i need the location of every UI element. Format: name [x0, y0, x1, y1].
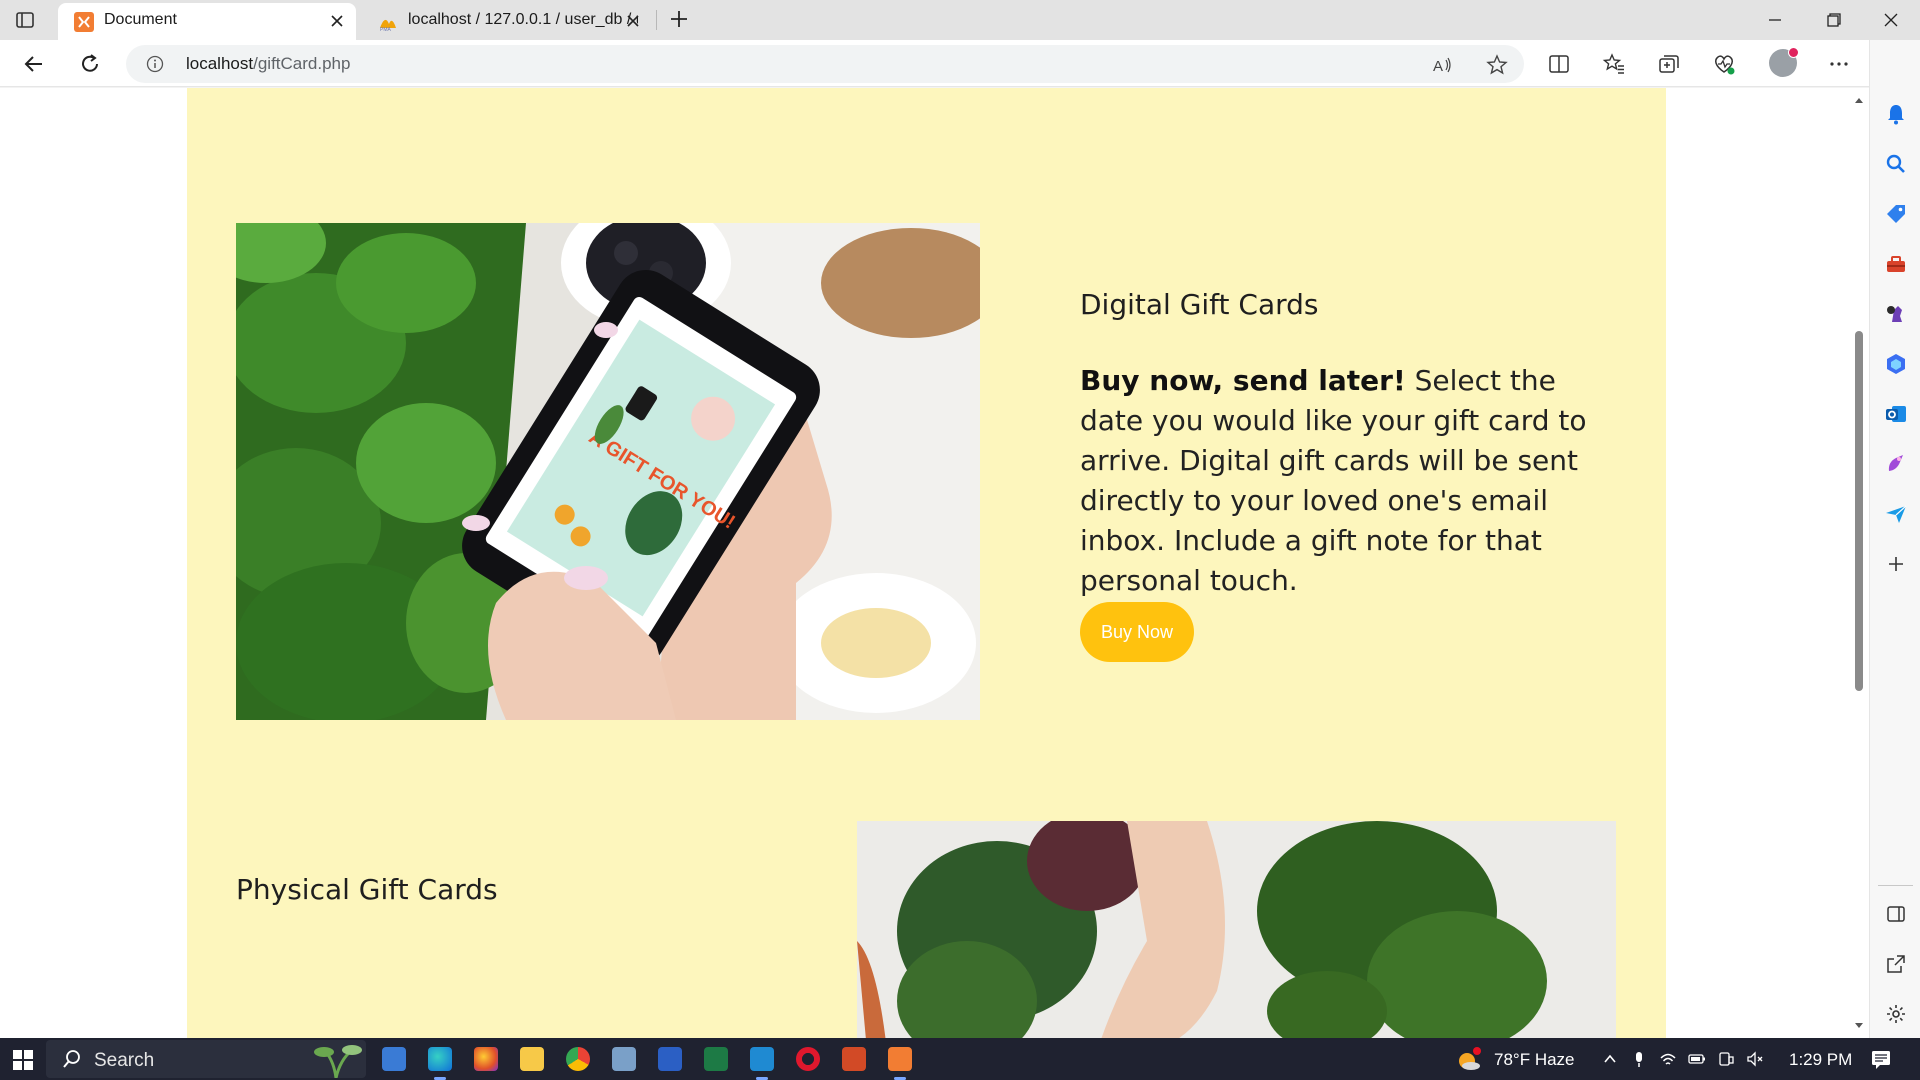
- favorites-icon[interactable]: [1601, 51, 1627, 77]
- notifications-bell-icon[interactable]: [1884, 102, 1908, 126]
- physical-gift-card-image: [857, 821, 1616, 1038]
- drop-send-icon[interactable]: [1884, 502, 1908, 526]
- scroll-down-arrow-icon[interactable]: [1854, 1022, 1864, 1030]
- device-icon[interactable]: [1717, 1050, 1735, 1068]
- browser-essentials-icon[interactable]: [1711, 51, 1737, 77]
- microphone-icon[interactable]: [1630, 1050, 1648, 1068]
- add-sidebar-app-icon[interactable]: [1884, 552, 1908, 576]
- scroll-up-arrow-icon[interactable]: [1854, 96, 1864, 104]
- close-window-icon[interactable]: [1879, 8, 1903, 32]
- taskbar-opera-icon[interactable]: [796, 1047, 820, 1071]
- show-hidden-icons-chevron-icon[interactable]: [1601, 1050, 1619, 1068]
- xampp-icon: [74, 12, 94, 32]
- favorite-star-icon[interactable]: [1485, 53, 1509, 77]
- svg-text:PMA: PMA: [380, 27, 392, 32]
- weather-text[interactable]: 78°F Haze: [1494, 1050, 1575, 1070]
- edge-sidebar: [1869, 40, 1920, 1038]
- microsoft-365-icon[interactable]: [1884, 352, 1908, 376]
- notification-center-icon[interactable]: [1870, 1048, 1892, 1070]
- taskbar-vscode-icon[interactable]: [750, 1047, 774, 1080]
- digital-gift-cards-title: Digital Gift Cards: [1080, 288, 1319, 321]
- taskbar-xampp-icon[interactable]: [888, 1047, 912, 1080]
- taskbar-search-label: Search: [94, 1050, 155, 1071]
- tab-phpmyadmin[interactable]: PMA localhost / 127.0.0.1 / user_db / u: [362, 3, 652, 40]
- tab-strip: Document PMA localhost / 127.0.0.1 / use…: [0, 0, 1920, 40]
- url-host: localhost: [186, 54, 254, 73]
- url-text: localhost/giftCard.php: [186, 54, 350, 74]
- close-tab-icon[interactable]: [328, 12, 346, 30]
- taskbar-chrome-icon[interactable]: [566, 1047, 590, 1071]
- close-tab-icon[interactable]: [624, 12, 642, 30]
- address-bar[interactable]: localhost/giftCard.php A: [126, 45, 1524, 83]
- taskbar-word-icon[interactable]: [658, 1047, 682, 1071]
- hands-greens-illustration: [857, 821, 1616, 1038]
- url-path: /giftCard.php: [253, 54, 351, 73]
- description-lead: Buy now, send later!: [1080, 364, 1406, 397]
- more-menu-icon[interactable]: [1826, 51, 1852, 77]
- gift-card-panel: A GIFT FOR YOU! Digital Gift Cards Buy n…: [187, 88, 1666, 1038]
- taskbar-powerpoint-icon[interactable]: [842, 1047, 866, 1071]
- settings-gear-icon[interactable]: [1884, 1002, 1908, 1026]
- tab-document[interactable]: Document: [58, 3, 356, 40]
- digital-gift-card-image: A GIFT FOR YOU!: [236, 223, 980, 720]
- taskbar-excel-icon[interactable]: [704, 1047, 728, 1071]
- weather-sun-icon[interactable]: [1456, 1046, 1482, 1072]
- search-highlight-plant-icon: [314, 1045, 362, 1078]
- shopping-tag-icon[interactable]: [1884, 202, 1908, 226]
- physical-gift-cards-title: Physical Gift Cards: [236, 873, 498, 906]
- wifi-icon[interactable]: [1659, 1050, 1677, 1068]
- minimize-icon[interactable]: [1763, 8, 1787, 32]
- windows-start-icon[interactable]: [12, 1049, 34, 1071]
- outlook-icon[interactable]: [1884, 402, 1908, 426]
- tools-toolbox-icon[interactable]: [1884, 252, 1908, 276]
- tab-title: Document: [104, 11, 177, 28]
- site-info-icon[interactable]: [146, 55, 164, 73]
- scrollbar-thumb[interactable]: [1855, 331, 1863, 691]
- tab-title: localhost / 127.0.0.1 / user_db / u: [408, 11, 638, 28]
- browser-toolbar: localhost/giftCard.php A: [0, 40, 1920, 87]
- split-screen-icon[interactable]: [1546, 51, 1572, 77]
- volume-muted-icon[interactable]: [1746, 1050, 1764, 1068]
- taskbar-firefox-icon[interactable]: [474, 1047, 498, 1071]
- windows-taskbar: Search 78°F Haze 1:29 PM: [0, 1038, 1920, 1080]
- clock-time[interactable]: 1:29 PM: [1789, 1050, 1852, 1070]
- taskbar-mail-icon[interactable]: [382, 1047, 406, 1071]
- open-external-icon[interactable]: [1884, 952, 1908, 976]
- phpmyadmin-icon: PMA: [380, 19, 396, 32]
- new-tab-icon[interactable]: [668, 8, 690, 30]
- taskbar-notepad-icon[interactable]: [612, 1047, 636, 1071]
- taskbar-edge-icon[interactable]: [428, 1047, 452, 1080]
- tab-divider: [656, 10, 657, 30]
- hide-sidebar-icon[interactable]: [1884, 902, 1908, 926]
- taskbar-search[interactable]: Search: [46, 1040, 366, 1078]
- designer-icon[interactable]: [1884, 452, 1908, 476]
- page-viewport: A GIFT FOR YOU! Digital Gift Cards Buy n…: [0, 88, 1850, 1038]
- sidebar-divider: [1878, 885, 1913, 886]
- buy-now-button[interactable]: Buy Now: [1080, 602, 1194, 662]
- digital-gift-cards-description: Buy now, send later! Select the date you…: [1080, 361, 1625, 601]
- restore-icon[interactable]: [1821, 8, 1845, 32]
- battery-icon[interactable]: [1688, 1050, 1706, 1068]
- phone-in-hands-illustration: A GIFT FOR YOU!: [236, 223, 980, 720]
- back-arrow-icon[interactable]: [21, 51, 47, 77]
- read-aloud-icon[interactable]: A: [1430, 53, 1454, 77]
- profile-avatar[interactable]: [1769, 47, 1799, 77]
- description-body: Select the date you would like your gift…: [1080, 364, 1587, 597]
- search-icon: [63, 1050, 80, 1068]
- svg-text:A: A: [1433, 58, 1443, 75]
- games-chess-icon[interactable]: [1884, 302, 1908, 326]
- tab-actions-icon[interactable]: [14, 9, 36, 31]
- search-icon[interactable]: [1884, 152, 1908, 176]
- collections-icon[interactable]: [1656, 51, 1682, 77]
- taskbar-file-explorer-icon[interactable]: [520, 1047, 544, 1071]
- page-scrollbar[interactable]: [1849, 88, 1869, 1038]
- refresh-icon[interactable]: [77, 51, 103, 77]
